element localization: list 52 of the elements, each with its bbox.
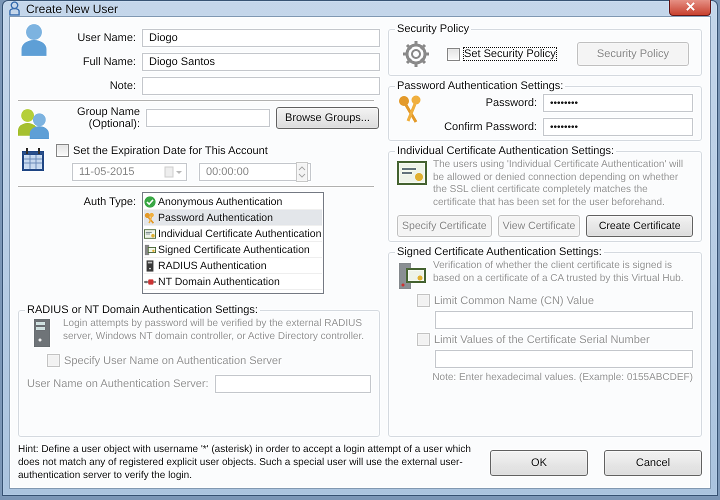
checkbox[interactable] <box>447 48 460 60</box>
password-field[interactable]: •••••••• <box>543 118 693 136</box>
certificate-icon <box>144 228 156 240</box>
text-field[interactable] <box>142 77 380 95</box>
checkbox-label: Set the Expiration Date for This Account <box>73 144 268 156</box>
list-item[interactable]: NT Domain Authentication <box>144 274 322 290</box>
hint-text: Hint: Define a user object with username '*' (asterisk) in order to accept a login attempt of a user which does not match any of registered explicit user objects. Such a special user will use the external user-authentication server to verify the login. <box>18 443 472 482</box>
calendar-dropdown-icon <box>164 166 184 178</box>
list-item[interactable]: Signed Certificate Authentication <box>144 242 322 258</box>
user-icon <box>9 1 20 16</box>
spin-icon <box>296 162 308 182</box>
password-field[interactable]: •••••••• <box>543 94 693 112</box>
keys-icon <box>144 212 156 224</box>
gear-icon <box>401 39 431 69</box>
list-item[interactable]: RADIUS Authentication <box>144 258 322 274</box>
field-label: Full Name: <box>82 56 136 68</box>
group-title: Security Policy <box>396 23 470 35</box>
checkbox-label: Specify User Name on Authentication Server <box>64 354 282 366</box>
group-title: RADIUS or NT Domain Authentication Settings: <box>26 304 259 316</box>
checkbox-label: Set Security Policy <box>464 48 556 60</box>
text-field[interactable]: Diogo Santos <box>142 53 380 71</box>
text-field[interactable]: Diogo <box>142 29 380 47</box>
browse-groups-button[interactable]: Browse Groups... <box>276 107 379 129</box>
dialog-button[interactable]: OK <box>490 450 588 476</box>
close-button[interactable] <box>669 0 711 16</box>
server-certificate-icon <box>397 260 427 290</box>
list-item[interactable]: Individual Certificate Authentication <box>144 226 322 242</box>
field-label: User Name: <box>76 32 136 44</box>
checkbox-label: Limit Values of the Certificate Serial Number <box>434 334 650 346</box>
dialog-button[interactable]: Cancel <box>604 450 702 476</box>
note-text: Note: Enter hexadecimal values. (Example: 0155ABCDEF) <box>431 372 693 383</box>
group-title: Password Authentication Settings: <box>396 80 564 92</box>
field-label: Group Name (Optional): <box>76 106 140 130</box>
description-text: Verification of whether the client certificate is signed is based on a certificate of a CA trusted by this Virtual Hub. <box>433 260 685 286</box>
field-label: Auth Type: <box>82 195 136 210</box>
text-field[interactable] <box>146 109 270 127</box>
window-title: Create New User <box>26 2 120 16</box>
field-label: Password: <box>484 97 537 109</box>
checkbox[interactable] <box>56 144 69 157</box>
list-item[interactable]: Password Authentication <box>144 210 322 226</box>
certificate-icon <box>397 161 427 185</box>
group-title: Signed Certificate Authentication Settings: <box>396 246 603 258</box>
group-title: Individual Certificate Authentication Settings: <box>396 145 616 157</box>
checkbox-label: Limit Common Name (CN) Value <box>434 294 594 306</box>
users-icon <box>18 106 50 140</box>
field-label: Confirm Password: <box>443 121 537 133</box>
close-icon <box>686 2 694 11</box>
description-text: The users using 'Individual Certificate Authentication' will be allowed or denied connection depending on whether the SSL client certificate completely matches the certificate that has been set for the user beforehand. <box>433 159 684 209</box>
server-icon <box>144 260 156 272</box>
field-label: User Name on Authentication Server: <box>27 378 209 390</box>
field-label: Note: <box>108 80 136 92</box>
description-text: Login attempts by password will be verified by the external RADIUS server, Windows NT domain controller, or Active Directory controller. <box>63 318 366 344</box>
